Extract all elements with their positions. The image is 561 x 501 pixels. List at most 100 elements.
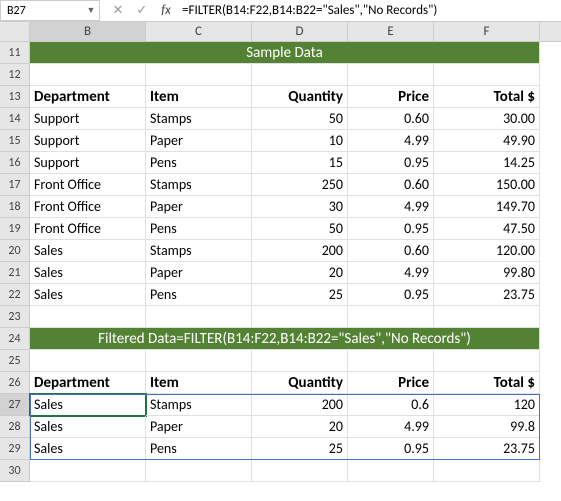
col-header-C[interactable]: C [146, 22, 252, 41]
cell-total[interactable]: 23.75 [434, 438, 540, 460]
row-header-25[interactable]: 25 [0, 350, 30, 372]
col-header-E[interactable]: E [348, 22, 434, 41]
cell-total[interactable]: 99.80 [434, 262, 540, 284]
cell-dept[interactable]: Sales [30, 240, 146, 262]
cell-qty[interactable]: 20 [252, 262, 348, 284]
fx-icon[interactable]: fx [154, 3, 178, 18]
cell-dept[interactable]: Sales [30, 438, 146, 460]
banner[interactable]: Filtered Data=FILTER(B14:F22,B14:B22="Sa… [30, 328, 540, 350]
row-header-18[interactable]: 18 [0, 196, 30, 218]
header-total[interactable]: Total $ [434, 86, 540, 108]
cell-item[interactable]: Pens [146, 284, 252, 306]
header-total[interactable]: Total $ [434, 372, 540, 394]
cell-price[interactable]: 0.6 [348, 394, 434, 416]
row-header-12[interactable]: 12 [0, 64, 30, 86]
cell[interactable] [30, 350, 146, 372]
header-price[interactable]: Price [348, 372, 434, 394]
cell-total[interactable]: 47.50 [434, 218, 540, 240]
cell-item[interactable]: Pens [146, 218, 252, 240]
banner[interactable]: Sample Data [30, 42, 540, 64]
select-all-corner[interactable] [0, 22, 30, 42]
cell-total[interactable]: 149.70 [434, 196, 540, 218]
cell-price[interactable]: 0.95 [348, 284, 434, 306]
cell-total[interactable]: 49.90 [434, 130, 540, 152]
row-header-24[interactable]: 24 [0, 328, 30, 350]
cell-price[interactable]: 0.95 [348, 218, 434, 240]
row-header-22[interactable]: 22 [0, 284, 30, 306]
cell-qty[interactable]: 25 [252, 438, 348, 460]
row-header-26[interactable]: 26 [0, 372, 30, 394]
cell-qty[interactable]: 250 [252, 174, 348, 196]
cell[interactable] [146, 350, 252, 372]
cell[interactable] [252, 64, 348, 86]
row-header-19[interactable]: 19 [0, 218, 30, 240]
cell[interactable] [434, 460, 540, 482]
name-box-dropdown-icon[interactable]: ▼ [83, 5, 99, 16]
cell-dept[interactable]: Sales [30, 262, 146, 284]
confirm-icon[interactable]: ✓ [130, 3, 154, 18]
cell-price[interactable]: 0.95 [348, 438, 434, 460]
cell[interactable] [146, 306, 252, 328]
row-header-14[interactable]: 14 [0, 108, 30, 130]
row-header-29[interactable]: 29 [0, 438, 30, 460]
cell-dept[interactable]: Support [30, 152, 146, 174]
cell[interactable] [30, 460, 146, 482]
cell-price[interactable]: 4.99 [348, 196, 434, 218]
cell-price[interactable]: 4.99 [348, 130, 434, 152]
cell-dept[interactable]: Support [30, 130, 146, 152]
cell-dept[interactable]: Front Office [30, 174, 146, 196]
name-box[interactable]: B27 ▼ [0, 0, 100, 21]
cell-price[interactable]: 0.60 [348, 108, 434, 130]
cell-price[interactable]: 0.60 [348, 174, 434, 196]
row-header-13[interactable]: 13 [0, 86, 30, 108]
cell[interactable] [252, 460, 348, 482]
cell[interactable] [348, 460, 434, 482]
cell-total[interactable]: 23.75 [434, 284, 540, 306]
cell-total[interactable]: 99.8 [434, 416, 540, 438]
cell-dept[interactable]: Support [30, 108, 146, 130]
header-price[interactable]: Price [348, 86, 434, 108]
cell-qty[interactable]: 30 [252, 196, 348, 218]
cell-item[interactable]: Pens [146, 438, 252, 460]
cell-qty[interactable]: 200 [252, 240, 348, 262]
cell[interactable] [434, 64, 540, 86]
cell-dept[interactable]: Front Office [30, 218, 146, 240]
row-header-27[interactable]: 27 [0, 394, 30, 416]
cell-item[interactable]: Stamps [146, 108, 252, 130]
cell-dept[interactable]: Sales [30, 416, 146, 438]
cell-qty[interactable]: 10 [252, 130, 348, 152]
cell-qty[interactable]: 15 [252, 152, 348, 174]
header-qty[interactable]: Quantity [252, 86, 348, 108]
cell-dept[interactable]: Sales [30, 284, 146, 306]
cell-qty[interactable]: 200 [252, 394, 348, 416]
cell[interactable] [252, 350, 348, 372]
header-qty[interactable]: Quantity [252, 372, 348, 394]
header-item[interactable]: Item [146, 86, 252, 108]
cell-price[interactable]: 0.60 [348, 240, 434, 262]
cell[interactable] [348, 64, 434, 86]
cancel-icon[interactable]: ✕ [106, 3, 130, 18]
cell-total[interactable]: 30.00 [434, 108, 540, 130]
row-header-11[interactable]: 11 [0, 42, 30, 64]
cell-item[interactable]: Paper [146, 130, 252, 152]
cell-price[interactable]: 0.95 [348, 152, 434, 174]
cell-total[interactable]: 150.00 [434, 174, 540, 196]
cell[interactable] [146, 64, 252, 86]
header-dept[interactable]: Department [30, 372, 146, 394]
cell-qty[interactable]: 50 [252, 108, 348, 130]
cell-price[interactable]: 4.99 [348, 416, 434, 438]
header-dept[interactable]: Department [30, 86, 146, 108]
cell-item[interactable]: Paper [146, 262, 252, 284]
cell-qty[interactable]: 25 [252, 284, 348, 306]
cell-total[interactable]: 120 [434, 394, 540, 416]
cell-item[interactable]: Paper [146, 416, 252, 438]
formula-bar-input[interactable]: =FILTER(B14:F22,B14:B22="Sales","No Reco… [178, 3, 561, 18]
cell-qty[interactable]: 20 [252, 416, 348, 438]
col-header-F[interactable]: F [434, 22, 540, 41]
cell-total[interactable]: 14.25 [434, 152, 540, 174]
cell-dept[interactable]: Front Office [30, 196, 146, 218]
row-header-17[interactable]: 17 [0, 174, 30, 196]
cell-item[interactable]: Stamps [146, 240, 252, 262]
cell[interactable] [348, 306, 434, 328]
row-header-15[interactable]: 15 [0, 130, 30, 152]
